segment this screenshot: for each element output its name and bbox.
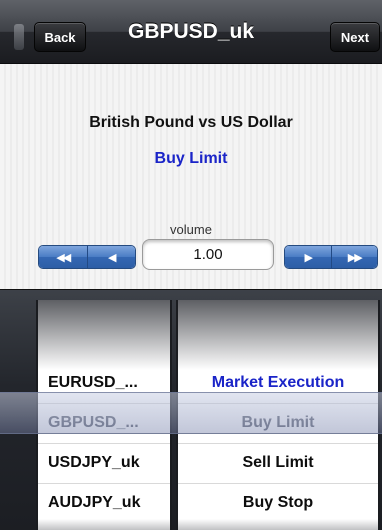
picker-shadow xyxy=(178,519,378,530)
picker-row-order-type[interactable]: Sell Limit xyxy=(178,443,378,483)
instrument-name: British Pound vs US Dollar xyxy=(89,114,293,131)
volume-label: volume xyxy=(170,222,212,237)
picker-row-order-type-selected[interactable]: Buy Limit xyxy=(178,403,378,443)
volume-increase-stepper: ▶ ▶▶ xyxy=(284,245,378,269)
next-button[interactable]: Next xyxy=(330,22,380,52)
picker-row-order-type[interactable]: Market Execution xyxy=(178,363,378,403)
right-arrow-icon[interactable]: ▶ xyxy=(285,246,331,268)
picker-shadow xyxy=(38,519,170,530)
left-arrow-icon[interactable]: ◀ xyxy=(86,246,135,268)
order-type-label: Buy Limit xyxy=(154,150,228,167)
navigation-bar: Back GBPUSD_uk Next xyxy=(0,0,382,64)
symbol-order-picker: EURUSD_... GBPUSD_... USDJPY_uk AUDJPY_u… xyxy=(0,289,382,530)
order-type-picker-column[interactable]: Market Execution Buy Limit Sell Limit Bu… xyxy=(176,300,380,530)
volume-decrease-stepper: ◀◀ ◀ xyxy=(38,245,136,269)
picker-row-symbol[interactable]: USDJPY_uk xyxy=(38,443,170,483)
picker-row-symbol[interactable]: AUDJPY_uk xyxy=(38,483,170,523)
symbol-picker-column[interactable]: EURUSD_... GBPUSD_... USDJPY_uk AUDJPY_u… xyxy=(36,300,172,530)
double-left-arrow-icon[interactable]: ◀◀ xyxy=(39,246,87,268)
picker-row-symbol[interactable]: EURUSD_... xyxy=(38,363,170,403)
picker-row-order-type[interactable]: Buy Stop xyxy=(178,483,378,523)
page-title: GBPUSD_uk xyxy=(127,20,255,43)
double-right-arrow-icon[interactable]: ▶▶ xyxy=(330,246,377,268)
volume-input[interactable] xyxy=(142,239,274,270)
order-details-panel: British Pound vs US Dollar Buy Limit vol… xyxy=(0,64,382,289)
side-handle xyxy=(14,24,24,50)
back-button[interactable]: Back xyxy=(34,22,86,52)
picker-row-symbol-selected[interactable]: GBPUSD_... xyxy=(38,403,170,443)
